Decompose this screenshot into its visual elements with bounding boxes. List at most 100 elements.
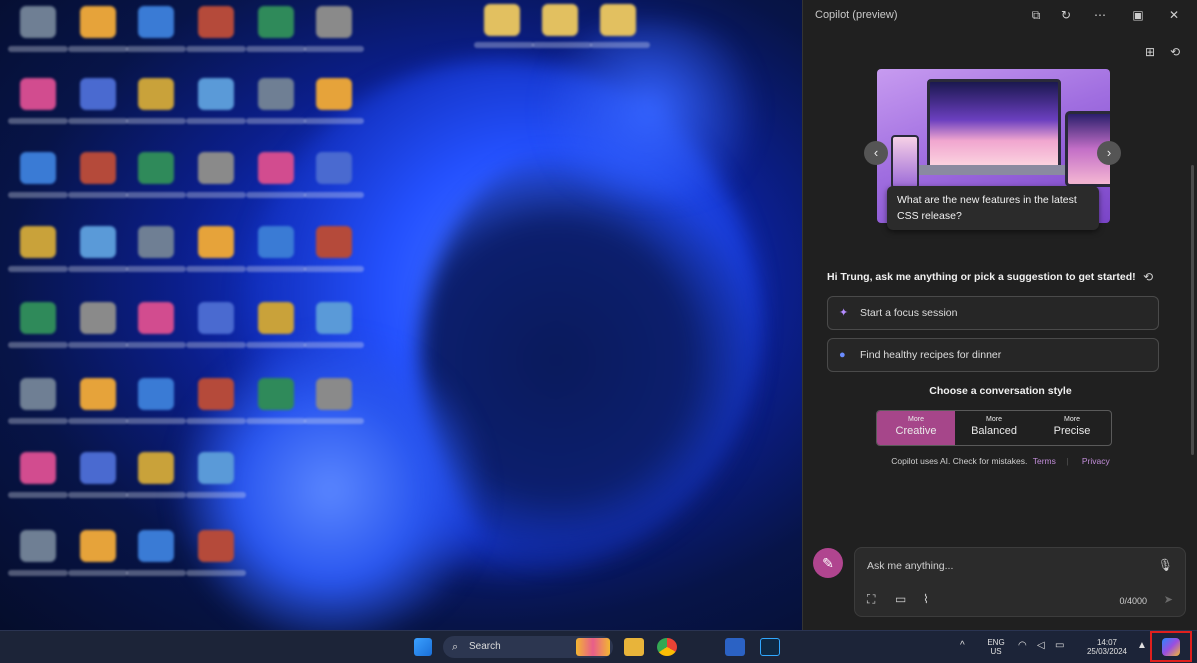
hero-caption[interactable]: What are the new features in the latest … xyxy=(887,186,1099,230)
screenshot-icon[interactable]: ⛶ xyxy=(867,592,875,607)
desktop-app-icon[interactable] xyxy=(20,152,56,184)
desktop-app-icon[interactable] xyxy=(20,452,56,484)
desktop-app-icon[interactable] xyxy=(316,6,352,38)
style-more-label: More xyxy=(908,416,924,423)
battery-icon[interactable]: ▭ xyxy=(1055,640,1064,651)
region-code: US xyxy=(990,647,1002,656)
desktop-app-icon[interactable] xyxy=(138,226,174,258)
desktop-app-icon[interactable] xyxy=(138,152,174,184)
desktop-app-icon[interactable] xyxy=(80,152,116,184)
desktop-app-icon[interactable] xyxy=(20,530,56,562)
desktop-app-icon[interactable] xyxy=(138,452,174,484)
start-icon[interactable] xyxy=(414,638,432,656)
desktop-app-label xyxy=(304,342,364,348)
more-options-icon[interactable]: ⋯ xyxy=(1091,6,1109,24)
history-icon[interactable]: ⟲ xyxy=(1167,44,1183,60)
desktop-app-icon[interactable] xyxy=(80,302,116,334)
style-label: Precise xyxy=(1053,425,1091,437)
desktop-app-icon[interactable] xyxy=(80,6,116,38)
desktop-app-icon[interactable] xyxy=(80,530,116,562)
desktop-app-icon[interactable] xyxy=(198,302,234,334)
chat-input[interactable]: Ask me anything... 🎙 ⛶ ▭ ⌇ 0/4000 ➤ xyxy=(854,547,1186,617)
desktop-folder-icon[interactable] xyxy=(600,4,636,36)
desktop-app-icon[interactable] xyxy=(138,78,174,110)
desktop xyxy=(0,0,802,630)
desktop-app-icon[interactable] xyxy=(138,530,174,562)
wifi-icon[interactable]: ◠ xyxy=(1018,640,1027,651)
suggestion-focus-session[interactable]: ✦ Start a focus session xyxy=(827,296,1159,330)
clock[interactable]: 14:07 25/03/2024 xyxy=(1078,638,1136,656)
desktop-app-icon[interactable] xyxy=(198,452,234,484)
desktop-app-icon[interactable] xyxy=(316,302,352,334)
sparkle-icon: ✦ xyxy=(839,307,849,319)
privacy-link[interactable]: Privacy xyxy=(1082,456,1110,466)
desktop-app-label xyxy=(186,492,246,498)
desktop-app-icon[interactable] xyxy=(80,378,116,410)
word-icon[interactable] xyxy=(725,638,745,656)
desktop-app-icon[interactable] xyxy=(258,378,294,410)
microphone-icon[interactable]: 🎙 xyxy=(1158,558,1173,572)
widgets-icon[interactable] xyxy=(576,638,610,656)
refresh-suggestions-icon[interactable]: ⟲ xyxy=(1143,270,1153,284)
plugins-icon[interactable]: ⊞ xyxy=(1142,44,1158,60)
copilot-taskbar-button[interactable] xyxy=(1150,631,1192,662)
chrome-icon[interactable] xyxy=(657,638,677,656)
desktop-app-icon[interactable] xyxy=(138,6,174,38)
dock-panel-icon[interactable]: ▣ xyxy=(1129,6,1147,24)
desktop-app-icon[interactable] xyxy=(138,378,174,410)
carousel-prev-button[interactable]: ‹ xyxy=(864,141,888,165)
desktop-app-icon[interactable] xyxy=(20,78,56,110)
desktop-app-icon[interactable] xyxy=(80,226,116,258)
style-precise-button[interactable]: More Precise xyxy=(1033,411,1111,445)
desktop-app-icon[interactable] xyxy=(316,378,352,410)
desktop-app-label xyxy=(186,118,246,124)
desktop-app-icon[interactable] xyxy=(198,6,234,38)
desktop-app-icon[interactable] xyxy=(80,452,116,484)
file-explorer-icon[interactable] xyxy=(624,638,644,656)
add-image-icon[interactable]: ▭ xyxy=(895,592,906,606)
chevron-up-icon[interactable]: ^ xyxy=(960,640,965,651)
desktop-app-label xyxy=(126,118,186,124)
close-icon[interactable]: ✕ xyxy=(1165,6,1183,24)
photoshop-icon[interactable] xyxy=(760,638,780,656)
terms-link[interactable]: Terms xyxy=(1033,456,1056,466)
desktop-app-icon[interactable] xyxy=(258,78,294,110)
scrollbar[interactable] xyxy=(1191,165,1194,455)
desktop-app-icon[interactable] xyxy=(198,226,234,258)
new-topic-icon[interactable]: ✎ xyxy=(813,548,843,578)
desktop-app-icon[interactable] xyxy=(20,226,56,258)
desktop-app-icon[interactable] xyxy=(316,226,352,258)
style-balanced-button[interactable]: More Balanced xyxy=(955,411,1033,445)
desktop-app-icon[interactable] xyxy=(258,152,294,184)
desktop-app-icon[interactable] xyxy=(258,302,294,334)
desktop-app-icon[interactable] xyxy=(80,78,116,110)
carousel-next-button[interactable]: › xyxy=(1097,141,1121,165)
desktop-app-icon[interactable] xyxy=(20,302,56,334)
desktop-app-icon[interactable] xyxy=(20,378,56,410)
chat-input-placeholder[interactable]: Ask me anything... xyxy=(867,560,953,572)
desktop-app-label xyxy=(186,192,246,198)
separator: | xyxy=(1066,456,1069,466)
volume-icon[interactable]: ◁ xyxy=(1037,640,1045,651)
language-indicator[interactable]: ENG US xyxy=(984,638,1008,656)
desktop-app-icon[interactable] xyxy=(258,6,294,38)
refresh-icon[interactable]: ↻ xyxy=(1057,6,1075,24)
desktop-app-icon[interactable] xyxy=(198,530,234,562)
desktop-app-icon[interactable] xyxy=(258,226,294,258)
notification-bell-icon[interactable]: ▲ xyxy=(1137,640,1147,651)
desktop-app-icon[interactable] xyxy=(316,152,352,184)
desktop-app-icon[interactable] xyxy=(20,6,56,38)
desktop-app-icon[interactable] xyxy=(198,78,234,110)
desktop-folder-icon[interactable] xyxy=(542,4,578,36)
send-icon[interactable]: ➤ xyxy=(1164,593,1173,606)
disclaimer-text: Copilot uses AI. Check for mistakes. xyxy=(891,456,1028,466)
suggestion-healthy-recipes[interactable]: ● Find healthy recipes for dinner xyxy=(827,338,1159,372)
style-creative-button[interactable]: More Creative xyxy=(877,411,955,445)
desktop-app-icon[interactable] xyxy=(198,152,234,184)
desktop-app-icon[interactable] xyxy=(138,302,174,334)
desktop-app-icon[interactable] xyxy=(316,78,352,110)
open-external-icon[interactable]: ⧉ xyxy=(1027,6,1045,24)
desktop-folder-icon[interactable] xyxy=(484,4,520,36)
desktop-app-icon[interactable] xyxy=(198,378,234,410)
attach-icon[interactable]: ⌇ xyxy=(923,592,929,606)
